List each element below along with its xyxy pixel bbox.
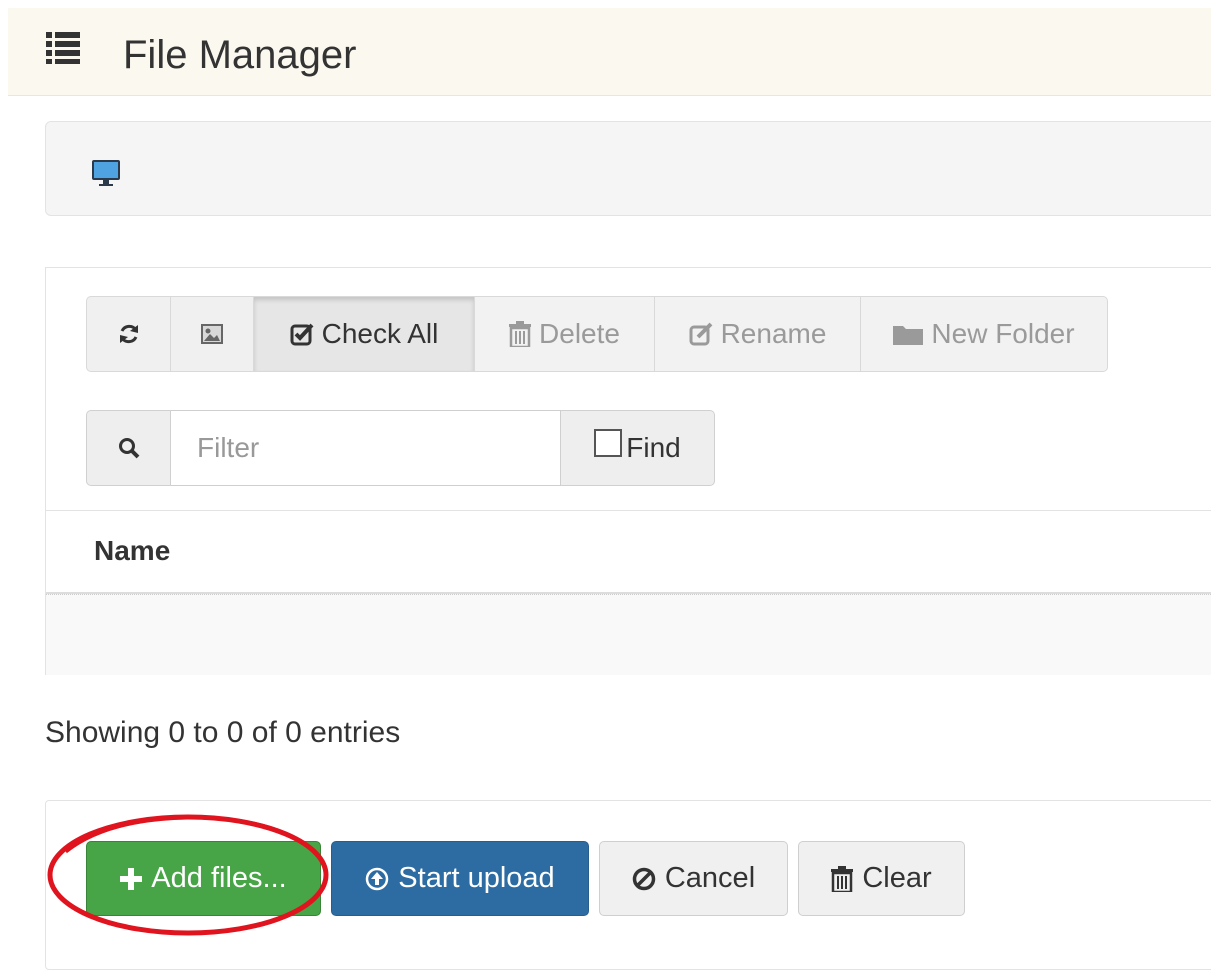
list-icon xyxy=(46,32,80,64)
find-checkbox[interactable] xyxy=(594,429,623,457)
check-all-button[interactable]: Check All xyxy=(253,296,475,372)
file-toolbar: Check All Delete Rename New Folder xyxy=(86,296,1108,372)
filter-input[interactable] xyxy=(171,410,561,486)
upload-circle-icon xyxy=(366,867,389,890)
rename-button[interactable]: Rename xyxy=(654,296,861,372)
new-folder-label: New Folder xyxy=(931,318,1075,349)
page-header: File Manager xyxy=(8,8,1211,96)
rename-label: Rename xyxy=(720,318,827,349)
add-files-button[interactable]: Add files... xyxy=(86,841,321,916)
folder-icon xyxy=(893,326,924,345)
thumbnail-view-button[interactable] xyxy=(170,296,254,372)
breadcrumb xyxy=(45,121,1211,216)
check-all-label: Check All xyxy=(321,318,439,349)
table-header: Name xyxy=(46,510,1211,594)
find-toggle[interactable]: Find xyxy=(561,410,715,486)
table-body xyxy=(46,594,1211,675)
clear-button[interactable]: Clear xyxy=(798,841,965,916)
delete-button[interactable]: Delete xyxy=(474,296,655,372)
page-title: File Manager xyxy=(123,33,357,77)
add-files-label: Add files... xyxy=(151,862,287,894)
entries-info: Showing 0 to 0 of 0 entries xyxy=(45,716,401,749)
find-label: Find xyxy=(626,432,681,463)
search-addon xyxy=(86,410,171,486)
column-header-name[interactable]: Name xyxy=(94,535,170,567)
plus-icon xyxy=(120,867,143,890)
upload-toolbar: Add files... Start upload Cancel Clear xyxy=(45,800,1211,970)
search-icon xyxy=(118,438,139,459)
image-icon xyxy=(201,324,223,344)
refresh-icon xyxy=(119,324,138,344)
edit-icon xyxy=(689,322,712,346)
trash-icon xyxy=(831,865,854,892)
start-upload-label: Start upload xyxy=(398,862,555,894)
delete-label: Delete xyxy=(539,318,620,349)
file-list-panel: Check All Delete Rename New Folder Filte… xyxy=(45,267,1211,675)
computer-monitor-icon[interactable] xyxy=(91,158,121,188)
cancel-label: Cancel xyxy=(664,862,756,894)
refresh-button[interactable] xyxy=(86,296,171,372)
ban-icon xyxy=(632,867,656,890)
cancel-button[interactable]: Cancel xyxy=(599,841,788,916)
filter-bar: Find xyxy=(86,410,715,486)
check-square-icon xyxy=(290,323,314,346)
new-folder-button[interactable]: New Folder xyxy=(860,296,1108,372)
start-upload-button[interactable]: Start upload xyxy=(331,841,589,916)
trash-icon xyxy=(509,321,532,347)
clear-label: Clear xyxy=(862,862,932,894)
